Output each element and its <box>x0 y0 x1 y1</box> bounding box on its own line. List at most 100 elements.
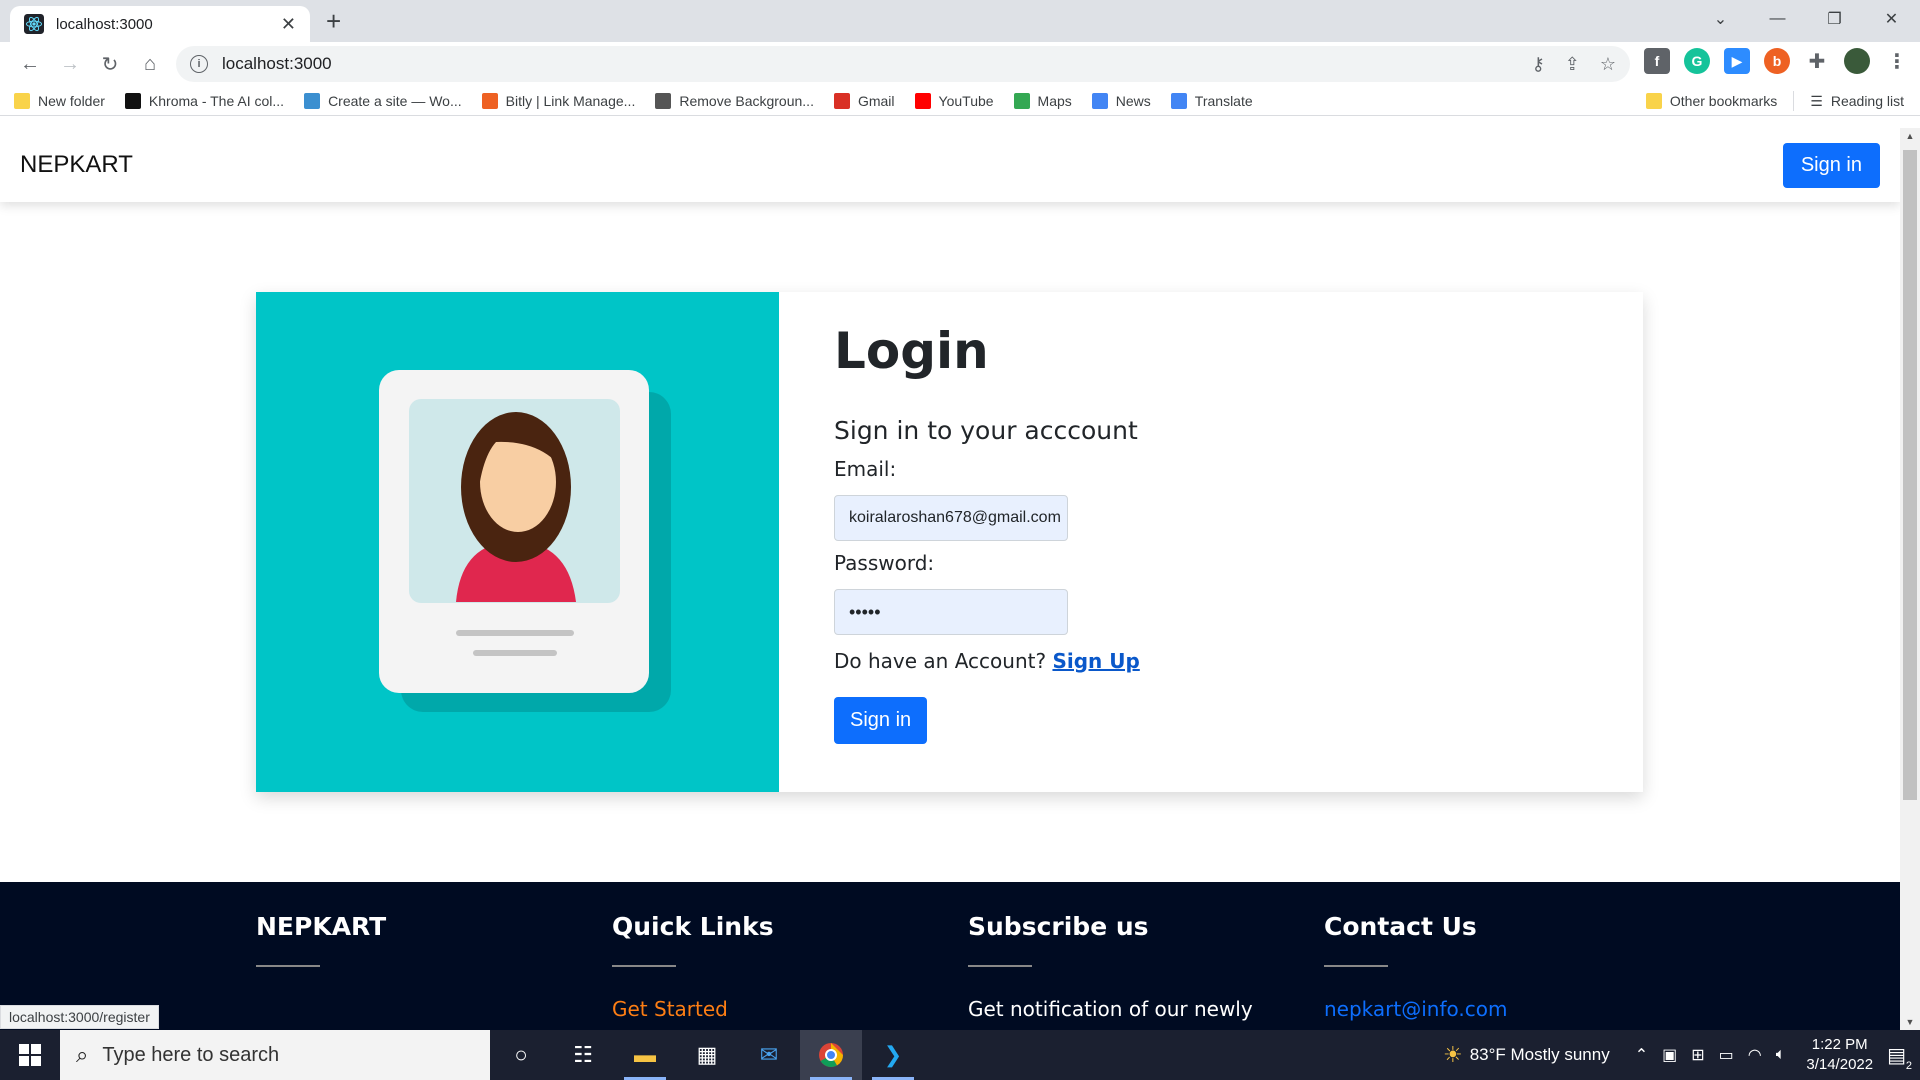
footer-col-brand: NEPKART <box>256 912 386 967</box>
footer-email-link[interactable]: nepkart@info.com <box>1324 997 1507 1021</box>
task-view-icon[interactable]: ☷ <box>552 1030 614 1080</box>
taskbar-clock[interactable]: 1:22 PM 3/14/2022 <box>1806 1035 1873 1075</box>
login-card: Login Sign in to your acccount Email: ko… <box>256 292 1643 792</box>
bookmark-item[interactable]: Khroma - The AI col... <box>124 92 285 109</box>
footer-contact-title: Contact Us <box>1324 912 1477 941</box>
taskbar-search-placeholder: Type here to search <box>102 1043 280 1066</box>
mail-icon[interactable]: ✉ <box>738 1030 800 1080</box>
footer-col-quicklinks: Quick Links Get Started <box>612 912 774 1021</box>
home-icon[interactable]: ⌂ <box>130 44 170 84</box>
chrome-icon[interactable] <box>800 1030 862 1080</box>
footer-col-subscribe: Subscribe us Get notification of our new… <box>968 912 1253 1021</box>
battery-icon[interactable]: ▭ <box>1719 1045 1734 1065</box>
reading-list-button[interactable]: ☰ Reading list <box>1810 93 1904 110</box>
scroll-down-arrow-icon[interactable]: ▼ <box>1900 1014 1920 1030</box>
wifi-icon[interactable]: ◠ <box>1748 1045 1762 1065</box>
tab-title: localhost:3000 <box>56 15 153 33</box>
show-hidden-icons-icon[interactable]: ⌃ <box>1635 1045 1648 1065</box>
site-footer: NEPKART Quick Links Get Started Subscrib… <box>0 882 1900 1030</box>
file-explorer-icon[interactable]: ▬ <box>614 1030 676 1080</box>
bookmark-favicon-icon <box>914 92 931 109</box>
footer-get-started-link[interactable]: Get Started <box>612 997 774 1021</box>
meet-now-icon[interactable]: ▣ <box>1662 1045 1677 1065</box>
zoom-extension-icon[interactable]: ▶ <box>1724 48 1750 74</box>
footer-divider <box>968 965 1032 967</box>
brand-logo[interactable]: NEPKART <box>20 151 133 179</box>
nav-signin-button[interactable]: Sign in <box>1782 142 1880 188</box>
scrollbar-thumb[interactable] <box>1903 150 1917 800</box>
extensions-puzzle-icon[interactable]: ✚ <box>1804 48 1830 74</box>
bookmark-favicon-icon <box>304 92 321 109</box>
volume-icon[interactable]: 🔈︎ <box>1776 1046 1786 1064</box>
bookmark-label: Khroma - The AI col... <box>148 92 285 109</box>
bookmark-label: Create a site — Wo... <box>328 92 462 109</box>
password-field[interactable]: ••••• <box>834 589 1068 635</box>
reload-icon[interactable]: ↻ <box>90 44 130 84</box>
site-info-icon[interactable]: i <box>190 55 208 73</box>
weather-text[interactable]: 83°F Mostly sunny <box>1470 1045 1610 1065</box>
security-icon[interactable]: ⊞ <box>1691 1045 1704 1065</box>
grammarly-extension-icon[interactable]: G <box>1684 48 1710 74</box>
vscode-icon[interactable]: ❯ <box>862 1030 924 1080</box>
clock-time: 1:22 PM <box>1811 1036 1868 1053</box>
microsoft-store-icon[interactable]: ▦ <box>676 1030 738 1080</box>
bookmark-item[interactable]: Gmail <box>833 92 895 109</box>
bookmark-item[interactable]: Remove Backgroun... <box>655 92 814 109</box>
bookmarks-divider <box>1793 91 1795 111</box>
facebook-extension-icon[interactable]: f <box>1644 48 1670 74</box>
share-icon[interactable]: ⇪ <box>1565 54 1580 75</box>
bookmark-favicon-icon <box>1013 92 1030 109</box>
link-status-bubble: localhost:3000/register <box>0 1005 159 1029</box>
close-window-icon[interactable]: ✕ <box>1863 0 1920 38</box>
scroll-up-arrow-icon[interactable]: ▲ <box>1900 128 1920 144</box>
back-icon[interactable]: ← <box>10 44 50 84</box>
menu-icon[interactable]: ⋮ <box>1884 48 1910 74</box>
login-form: Login Sign in to your acccount Email: ko… <box>779 292 1643 792</box>
bookmark-favicon-icon <box>1091 92 1108 109</box>
bookmark-favicon-icon <box>833 92 850 109</box>
reading-list-label: Reading list <box>1830 93 1904 109</box>
signup-link[interactable]: Sign Up <box>1052 649 1139 673</box>
login-signin-button[interactable]: Sign in <box>834 697 928 744</box>
login-title: Login <box>834 322 989 380</box>
site-navbar: NEPKART Sign in <box>0 128 1900 202</box>
new-tab-button[interactable]: + <box>326 8 341 34</box>
other-bookmarks-folder[interactable]: Other bookmarks <box>1645 93 1777 109</box>
footer-subscribe-title: Subscribe us <box>968 912 1149 941</box>
key-icon[interactable]: ⚷ <box>1532 54 1545 75</box>
notification-center-icon[interactable]: ▤ 2 <box>1887 1043 1912 1072</box>
address-bar[interactable]: i localhost:3000 ⚷ ⇪ ☆ <box>176 46 1630 82</box>
browser-toolbar: ← → ↻ ⌂ i localhost:3000 ⚷ ⇪ ☆ f G ▶ b ✚… <box>0 42 1920 86</box>
footer-divider <box>612 965 676 967</box>
page-scrollbar[interactable]: ▲ ▼ <box>1900 128 1920 1030</box>
windows-start-icon[interactable] <box>0 1030 60 1080</box>
page-viewport: NEPKART Sign in Login Sign in to your ac… <box>0 128 1900 1030</box>
login-illustration-panel <box>256 292 779 792</box>
bookmark-item[interactable]: Create a site — Wo... <box>304 92 462 109</box>
profile-avatar[interactable] <box>1844 48 1870 74</box>
bookmark-item[interactable]: Translate <box>1170 92 1253 109</box>
bookmark-item[interactable]: News <box>1091 92 1151 109</box>
footer-subscribe-text: Get notification of our newly <box>968 997 1253 1021</box>
bookmark-item[interactable]: Maps <box>1013 92 1072 109</box>
weather-icon[interactable]: ☀ <box>1443 1042 1463 1068</box>
taskbar-search-box[interactable]: ⌕ Type here to search <box>60 1030 490 1080</box>
tab-search-icon[interactable]: ⌄ <box>1692 0 1749 38</box>
bookmark-item[interactable]: YouTube <box>914 92 994 109</box>
url-text[interactable]: localhost:3000 <box>222 54 1512 74</box>
bookmark-favicon-icon <box>481 92 498 109</box>
cortana-icon[interactable]: ○ <box>490 1030 552 1080</box>
star-icon[interactable]: ☆ <box>1600 54 1616 75</box>
bookmark-item[interactable]: Bitly | Link Manage... <box>481 92 635 109</box>
minimize-icon[interactable]: — <box>1749 0 1806 38</box>
bitly-extension-icon[interactable]: b <box>1764 48 1790 74</box>
bookmark-item[interactable]: New folder <box>14 92 105 109</box>
close-tab-icon[interactable]: ✕ <box>281 14 296 35</box>
bookmark-favicon-icon <box>1170 92 1187 109</box>
email-field[interactable]: koiralaroshan678@gmail.com <box>834 495 1068 541</box>
bookmark-label: Gmail <box>857 92 895 109</box>
forward-icon[interactable]: → <box>50 44 90 84</box>
bookmark-label: New folder <box>38 92 105 109</box>
restore-icon[interactable]: ❐ <box>1806 0 1863 38</box>
browser-tab[interactable]: localhost:3000 ✕ <box>10 6 310 42</box>
